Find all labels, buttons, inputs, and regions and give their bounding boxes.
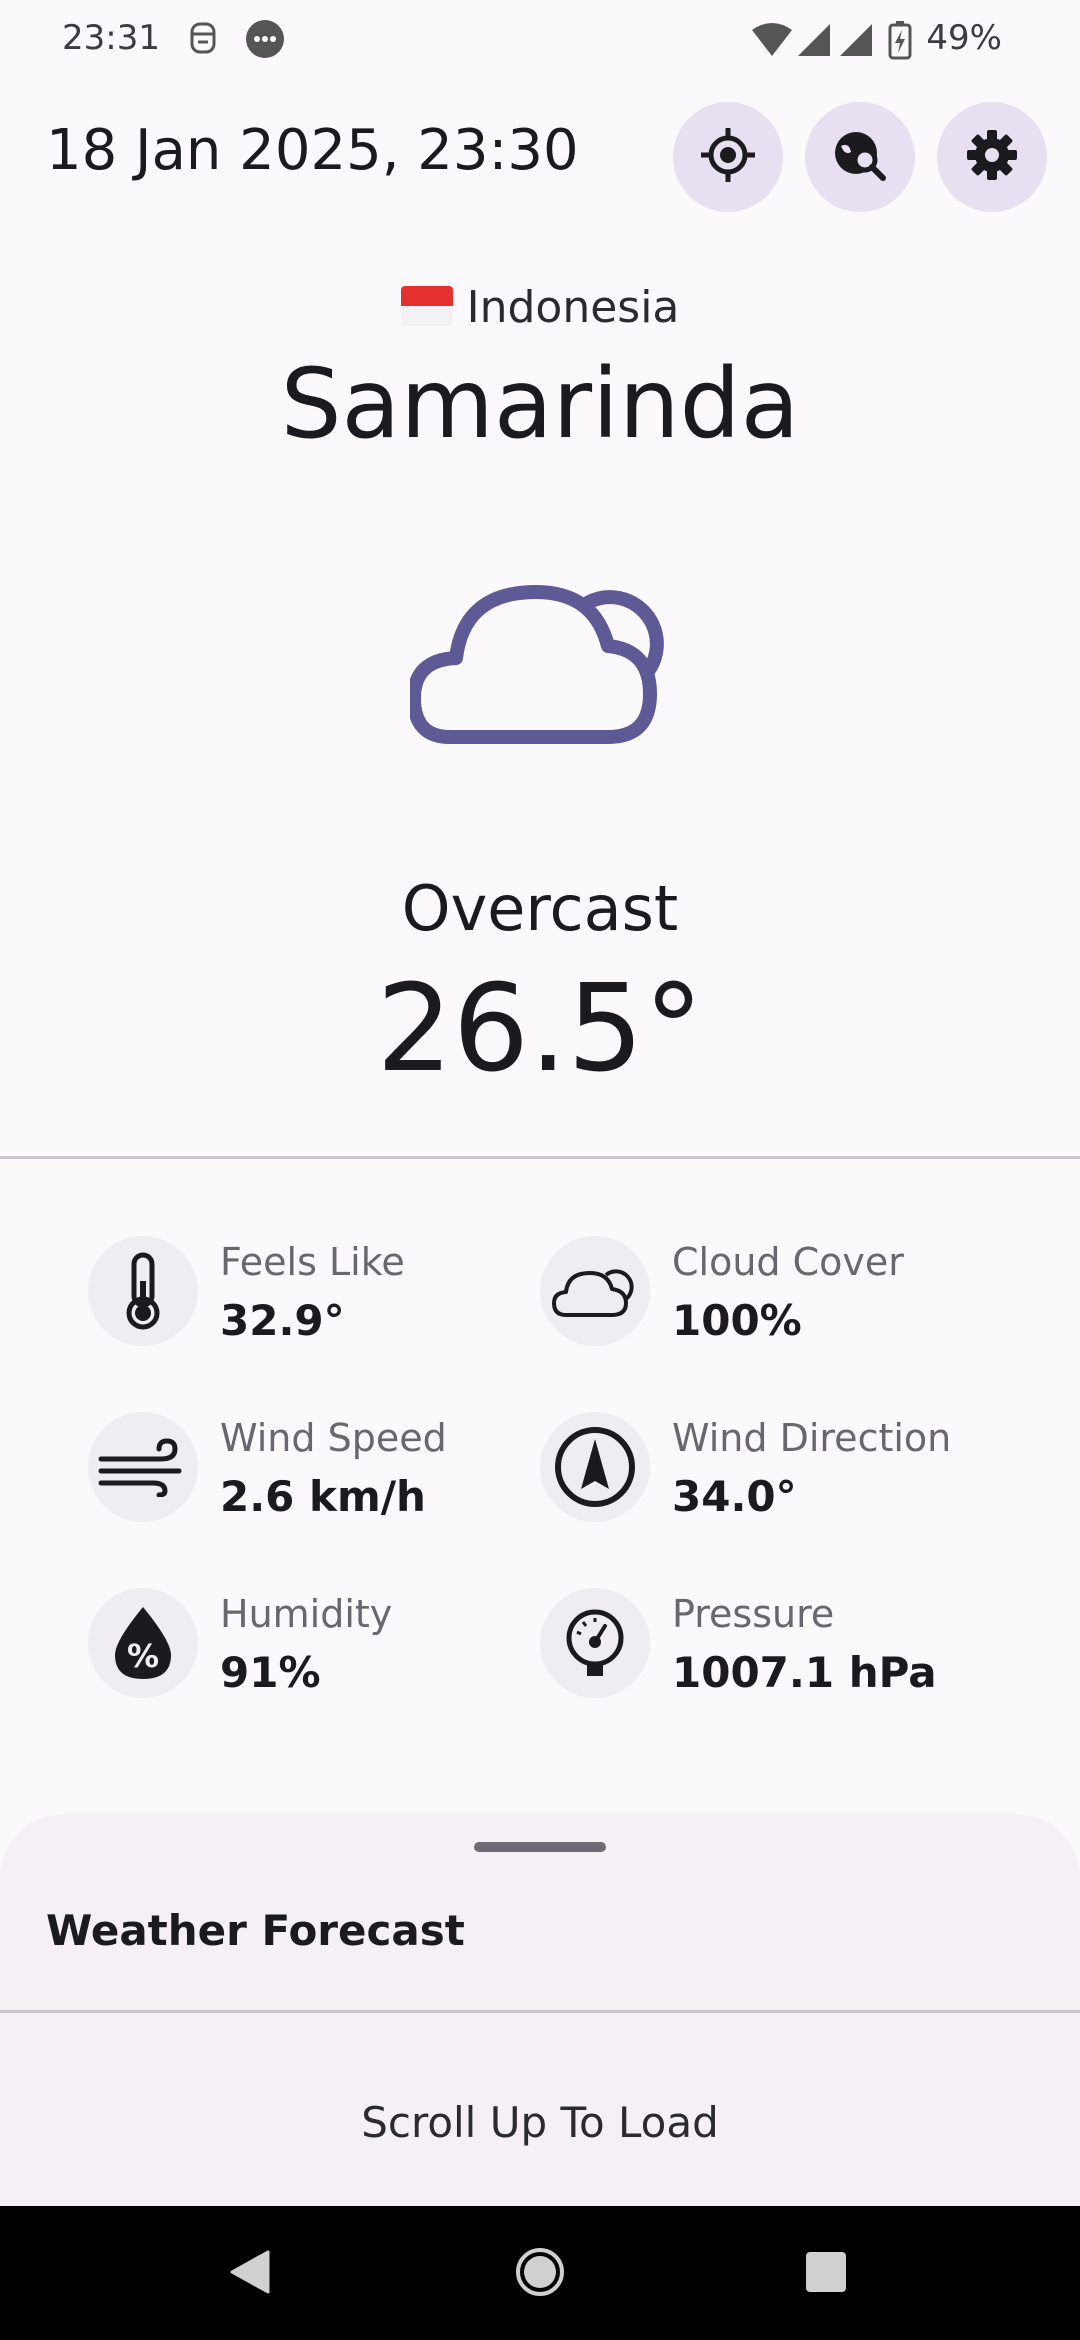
settings-button[interactable]	[937, 102, 1047, 212]
wifi-icon	[750, 22, 794, 62]
my-location-icon	[699, 126, 757, 188]
detail-cloud-cover: Cloud Cover 100%	[540, 1232, 980, 1352]
detail-wind-direction: Wind Direction 34.0°	[540, 1408, 980, 1528]
recents-button[interactable]	[786, 2234, 866, 2314]
divider	[0, 2010, 1080, 2013]
travel-explore-icon	[831, 126, 889, 188]
weather-condition: Overcast	[401, 872, 679, 945]
thermometer-icon	[88, 1236, 198, 1346]
signal-icon	[796, 22, 832, 62]
detail-wind-speed: Wind Speed 2.6 km/h	[88, 1408, 528, 1528]
cloud-outline-icon	[540, 1236, 650, 1346]
detail-value: 1007.1 hPa	[672, 1648, 937, 1697]
detail-label: Wind Speed	[220, 1416, 447, 1460]
current-datetime: 18 Jan 2025, 23:30	[46, 118, 579, 183]
detail-label: Feels Like	[220, 1240, 405, 1284]
detail-label: Cloud Cover	[672, 1240, 904, 1284]
cloud-icon	[407, 548, 670, 748]
compass-arrow-icon	[540, 1412, 650, 1522]
detail-value: 91%	[220, 1648, 321, 1697]
detail-feels-like: Feels Like 32.9°	[88, 1232, 528, 1352]
country-name: Indonesia	[466, 282, 680, 333]
settings-gear-icon	[964, 127, 1020, 187]
home-circle-icon	[514, 2246, 566, 2302]
detail-label: Wind Direction	[672, 1416, 952, 1460]
drag-handle[interactable]	[474, 1842, 606, 1852]
pressure-gauge-icon	[540, 1588, 650, 1698]
svg-text:%: %	[127, 1637, 159, 1675]
divider	[0, 1156, 1080, 1159]
status-time: 23:31	[62, 18, 160, 58]
humidity-drop-icon: %	[88, 1588, 198, 1698]
status-bar: 23:31 49%	[0, 0, 1080, 80]
search-location-button[interactable]	[805, 102, 915, 212]
detail-value: 100%	[672, 1296, 802, 1345]
city-name: Samarinda	[280, 348, 800, 460]
detail-value: 34.0°	[672, 1472, 797, 1521]
chat-bubble-icon	[244, 18, 286, 64]
wind-icon	[88, 1412, 198, 1522]
forecast-title: Weather Forecast	[46, 1906, 465, 1955]
notification-app-icon	[186, 18, 220, 62]
signal-icon	[838, 22, 874, 62]
detail-label: Pressure	[672, 1592, 835, 1636]
forecast-bottom-sheet[interactable]: Weather Forecast Scroll Up To Load	[0, 1814, 1080, 2206]
detail-value: 2.6 km/h	[220, 1472, 426, 1521]
detail-value: 32.9°	[220, 1296, 345, 1345]
back-button[interactable]	[210, 2234, 290, 2314]
my-location-button[interactable]	[673, 102, 783, 212]
detail-label: Humidity	[220, 1592, 393, 1636]
current-temperature: 26.5°	[376, 960, 704, 1099]
detail-pressure: Pressure 1007.1 hPa	[540, 1584, 980, 1704]
indonesia-flag-icon	[400, 286, 453, 326]
country-label: Indonesia	[0, 282, 1080, 333]
scroll-up-hint: Scroll Up To Load	[361, 2098, 719, 2147]
navigation-bar	[0, 2206, 1080, 2340]
battery-percentage: 49%	[926, 18, 1002, 58]
battery-charging-icon	[888, 20, 912, 64]
home-button[interactable]	[500, 2234, 580, 2314]
recents-square-icon	[804, 2250, 848, 2298]
detail-humidity: % Humidity 91%	[88, 1584, 528, 1704]
back-triangle-icon	[228, 2248, 272, 2300]
